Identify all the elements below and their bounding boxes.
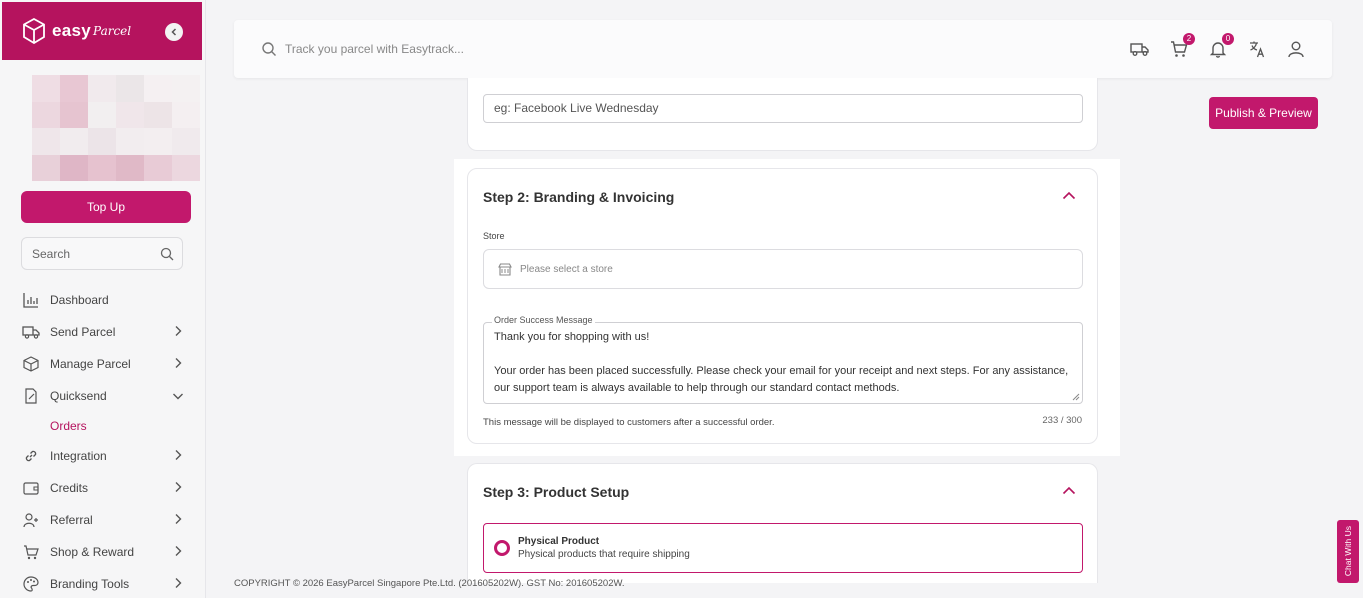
radio-selected[interactable]: [494, 540, 510, 556]
sidebar: easy Parcel Top Up Search Dashboard Send…: [0, 0, 206, 598]
profile-button[interactable]: [1286, 39, 1306, 59]
step2-card: Step 2: Branding & Invoicing Store Pleas…: [467, 168, 1098, 444]
brand-header: easy Parcel: [2, 2, 202, 60]
sidebar-search-input[interactable]: Search: [21, 237, 183, 270]
chevron-right-icon: [175, 546, 182, 556]
sidebar-nav: Dashboard Send Parcel Manage Parcel Quic…: [22, 284, 192, 598]
chevron-right-icon: [175, 326, 182, 336]
chevron-down-icon: [173, 393, 183, 400]
document-edit-icon: [22, 387, 40, 405]
character-counter: 233 / 300: [1042, 415, 1082, 426]
user-avatar: [32, 75, 200, 181]
sidebar-item-label: Integration: [50, 449, 107, 463]
chevron-right-icon: [175, 450, 182, 460]
chevron-left-icon: [171, 28, 177, 36]
chat-label: Chat With Us: [1343, 526, 1353, 577]
message-line-1: Thank you for shopping with us!: [494, 331, 650, 343]
store-icon: [498, 262, 512, 276]
message-helper-text: This message will be displayed to custom…: [483, 417, 775, 428]
step2-title: Step 2: Branding & Invoicing: [483, 189, 675, 205]
store-select[interactable]: Please select a store: [483, 249, 1083, 289]
order-success-message-label: Order Success Message: [492, 315, 595, 325]
sidebar-item-branding-tools[interactable]: Branding Tools: [22, 568, 192, 598]
sidebar-item-send-parcel[interactable]: Send Parcel: [22, 316, 192, 348]
palette-icon: [22, 575, 40, 593]
store-placeholder: Please select a store: [520, 263, 613, 275]
link-icon: [22, 447, 40, 465]
message-line-2: Your order has been placed successfully.…: [494, 365, 1069, 394]
chevron-right-icon: [175, 514, 182, 524]
sidebar-subitem-orders[interactable]: Orders: [22, 412, 192, 440]
step1-card: eg: Facebook Live Wednesday: [467, 78, 1098, 151]
sidebar-item-label: Credits: [50, 481, 89, 495]
option-title: Physical Product: [518, 536, 600, 547]
box-icon: [22, 355, 40, 373]
option-subtitle: Physical products that require shipping: [518, 549, 690, 560]
cart-count-badge: 2: [1183, 33, 1195, 45]
step3-card: Step 3: Product Setup Physical Product P…: [467, 463, 1098, 583]
translate-icon: [1250, 41, 1265, 58]
cart-icon: [22, 543, 40, 561]
top-up-button[interactable]: Top Up: [21, 191, 191, 223]
top-bar-actions: 2 0: [1111, 33, 1306, 59]
sidebar-item-manage-parcel[interactable]: Manage Parcel: [22, 348, 192, 380]
language-button[interactable]: [1247, 39, 1267, 59]
sidebar-item-integration[interactable]: Integration: [22, 440, 192, 472]
sidebar-item-label: Dashboard: [50, 293, 109, 307]
footer-copyright: COPYRIGHT © 2026 EasyParcel Singapore Pt…: [234, 578, 625, 589]
notification-count-badge: 0: [1222, 33, 1234, 45]
sidebar-item-referral[interactable]: Referral: [22, 504, 192, 536]
search-icon: [262, 42, 276, 56]
chevron-up-icon[interactable]: [1062, 486, 1076, 495]
truck-icon: [1130, 43, 1149, 56]
resize-handle-icon[interactable]: [1072, 393, 1080, 401]
shipping-truck-button[interactable]: [1130, 39, 1150, 59]
sidebar-item-credits[interactable]: Credits: [22, 472, 192, 504]
user-icon: [1288, 41, 1304, 58]
sidebar-item-dashboard[interactable]: Dashboard: [22, 284, 192, 316]
logo-script: Parcel: [93, 24, 132, 38]
collapse-sidebar-button[interactable]: [165, 23, 183, 41]
notifications-button[interactable]: 0: [1208, 33, 1234, 59]
sidebar-item-label: Send Parcel: [50, 325, 116, 339]
bar-chart-icon: [22, 291, 40, 309]
chevron-right-icon: [175, 578, 182, 588]
chat-with-us-button[interactable]: Chat With Us: [1337, 520, 1359, 583]
box-logo-icon: [23, 18, 45, 44]
sidebar-item-quicksend[interactable]: Quicksend: [22, 380, 192, 412]
physical-product-option[interactable]: Physical Product Physical products that …: [483, 523, 1083, 573]
logo-text: easy: [52, 21, 92, 40]
top-bar: Track you parcel with Easytrack... 2 0: [234, 20, 1332, 78]
truck-icon: [22, 323, 40, 341]
sidebar-item-label: Referral: [50, 513, 93, 527]
sidebar-item-shop-reward[interactable]: Shop & Reward: [22, 536, 192, 568]
sidebar-item-label: Quicksend: [50, 389, 107, 403]
publish-preview-button[interactable]: Publish & Preview: [1209, 97, 1318, 129]
campaign-name-input[interactable]: eg: Facebook Live Wednesday: [483, 94, 1083, 123]
step3-title: Step 3: Product Setup: [483, 484, 630, 500]
tracking-search-input[interactable]: Track you parcel with Easytrack...: [285, 42, 1111, 56]
sidebar-search-placeholder: Search: [32, 246, 71, 261]
chevron-up-icon[interactable]: [1062, 191, 1076, 200]
cart-button[interactable]: 2: [1169, 33, 1195, 59]
chevron-right-icon: [175, 482, 182, 492]
user-add-icon: [22, 511, 40, 529]
order-success-message-textarea[interactable]: Thank you for shopping with us! Your ord…: [483, 322, 1083, 404]
chevron-right-icon: [175, 358, 182, 368]
easyparcel-logo[interactable]: easy Parcel: [22, 18, 131, 44]
wallet-icon: [22, 479, 40, 497]
sidebar-item-label: Manage Parcel: [50, 357, 131, 371]
sidebar-item-label: Shop & Reward: [50, 545, 135, 559]
store-label: Store: [483, 231, 505, 241]
sidebar-item-label: Branding Tools: [50, 577, 130, 591]
search-icon[interactable]: [160, 247, 174, 261]
